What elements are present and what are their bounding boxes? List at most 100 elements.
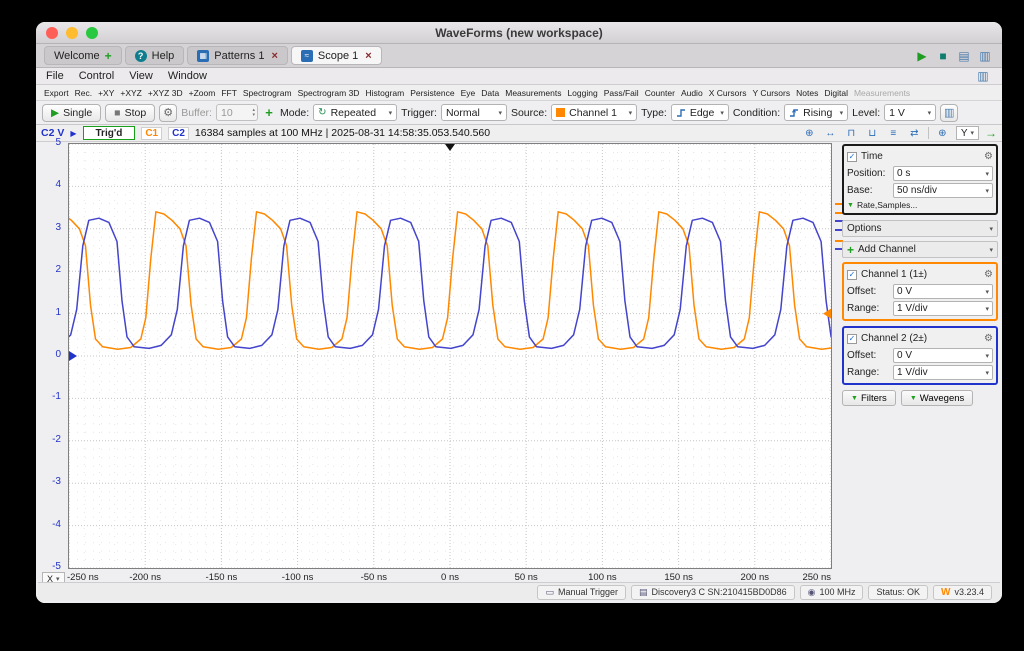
menu-file[interactable]: File (46, 70, 64, 82)
trigger-position-marker[interactable] (445, 144, 455, 151)
view-toolbar-item[interactable]: Export (44, 88, 69, 98)
source-select[interactable]: Channel 1 ▾ (551, 104, 638, 121)
position-select[interactable]: 0 s ▾ (893, 166, 993, 181)
options-select[interactable]: Options ▾ (842, 220, 998, 237)
type-select[interactable]: Edge ▾ (670, 104, 729, 121)
waveform-canvas[interactable] (69, 144, 831, 568)
tab-scope-1[interactable]: ≈ Scope 1 × (290, 46, 382, 65)
view-toolbar-item[interactable]: Notes (796, 88, 818, 98)
add-mode-icon-button[interactable]: + (262, 105, 276, 120)
add-instrument-icon[interactable]: + (105, 49, 112, 63)
manual-trigger-label: Manual Trigger (557, 587, 619, 597)
menu-window[interactable]: Window (168, 70, 207, 82)
level-select[interactable]: 1 V ▾ (884, 104, 937, 121)
view-toolbar-item[interactable]: Spectrogram (243, 88, 292, 98)
channel1-gear-icon[interactable]: ⚙ (984, 269, 993, 280)
view-toolbar-item[interactable]: Rec. (75, 88, 92, 98)
y-tick-label: 5 (55, 137, 61, 148)
time-gear-icon[interactable]: ⚙ (984, 151, 993, 162)
close-tab-icon[interactable]: × (271, 50, 277, 62)
cursor-lines-icon[interactable]: ≡ (886, 126, 901, 141)
view-toolbar-item[interactable]: X Cursors (709, 88, 747, 98)
tab-welcome[interactable]: Welcome + (44, 46, 122, 65)
run-all-icon[interactable]: ▶ (913, 48, 931, 64)
channel1-checkbox[interactable]: ✓ (847, 269, 857, 280)
tab-patterns-1[interactable]: ▦ Patterns 1 × (187, 46, 288, 65)
channel2-range-label: Range: (847, 367, 880, 378)
add-channel-select[interactable]: + Add Channel ▾ (842, 241, 998, 258)
maximize-window-button[interactable] (86, 26, 98, 39)
view-toolbar-item[interactable]: Data (481, 88, 499, 98)
view-toolbar-item[interactable]: Digital (824, 88, 848, 98)
menu-view[interactable]: View (129, 70, 153, 82)
view-toolbar-item[interactable]: Measurements (505, 88, 561, 98)
buffer-spinner[interactable]: 10 ▴ ▾ (215, 104, 258, 121)
channel1-range-select[interactable]: 1 V/div ▾ (893, 301, 993, 316)
view-toolbar-item[interactable]: Pass/Fail (604, 88, 639, 98)
view-toolbar-item[interactable]: +XYZ 3D (148, 88, 183, 98)
collapse-panel-icon[interactable]: → (985, 126, 997, 140)
chevron-down-icon: ▾ (985, 170, 989, 178)
view-toolbar-item[interactable]: Y Cursors (752, 88, 790, 98)
y-axis-selector[interactable]: Y ▾ (955, 126, 979, 140)
single-button[interactable]: ▶ Single (42, 103, 102, 122)
close-window-button[interactable] (46, 26, 58, 39)
mode-select[interactable]: ↻ Repeated ▾ (313, 104, 398, 121)
channel2-offset-marker[interactable] (69, 351, 77, 361)
tab-help[interactable]: ? Help (124, 46, 185, 65)
device-selector[interactable]: ▤ Discovery3 C SN:210415BD0D86 (631, 584, 795, 600)
scan-options-gear-button[interactable]: ⚙ (159, 103, 178, 122)
view-toolbar-item[interactable]: Spectrogram 3D (298, 88, 360, 98)
view-toolbar-item[interactable]: Persistence (410, 88, 454, 98)
channel2-offset-select[interactable]: 0 V ▾ (893, 348, 993, 363)
view-toolbar-item[interactable]: Eye (461, 88, 476, 98)
view-toolbar-item[interactable]: +Zoom (189, 88, 216, 98)
rate-samples-link[interactable]: ▼ Rate,Samples... (847, 199, 993, 211)
scope-plot[interactable] (68, 143, 832, 569)
fit-top-icon[interactable]: ⊓ (844, 126, 859, 141)
buffer-stepper[interactable]: ▴ ▾ (252, 108, 257, 117)
condition-select[interactable]: Rising ▾ (784, 104, 849, 121)
frequency-indicator[interactable]: ◉ 100 MHz (799, 584, 864, 600)
view-toolbar-item[interactable]: Histogram (365, 88, 404, 98)
scope-icon: ≈ (300, 49, 313, 62)
wavegens-button[interactable]: ▼ Wavegens (900, 390, 974, 406)
view-toolbar-item[interactable]: +XYZ (120, 88, 142, 98)
trigger-more-button[interactable]: ▥ (940, 103, 959, 122)
stop-button[interactable]: ■ Stop (105, 103, 156, 122)
version-label: v3.23.4 (954, 587, 984, 597)
time-checkbox[interactable]: ✓ (847, 151, 857, 162)
view-toolbar-item[interactable]: Counter (645, 88, 675, 98)
float-window-icon[interactable]: ▥ (974, 68, 992, 84)
manual-trigger-button[interactable]: ▭ Manual Trigger (537, 584, 627, 600)
menu-control[interactable]: Control (79, 70, 114, 82)
fit-horizontal-icon[interactable]: ↔ (823, 126, 838, 141)
channel2-checkbox[interactable]: ✓ (847, 333, 857, 344)
y-tick-label: -3 (52, 476, 61, 488)
channel1-offset-select[interactable]: 0 V ▾ (893, 284, 993, 299)
minimize-window-button[interactable] (66, 26, 78, 39)
channel2-gear-icon[interactable]: ⚙ (984, 333, 993, 344)
channel2-range-select[interactable]: 1 V/div ▾ (893, 365, 993, 380)
stop-all-icon[interactable]: ■ (934, 48, 952, 64)
channel1-badge[interactable]: C1 (141, 126, 163, 140)
view-toolbar-item[interactable]: +XY (98, 88, 114, 98)
fit-bottom-icon[interactable]: ⊔ (865, 126, 880, 141)
channel2-panel-title: Channel 2 (2±) (861, 333, 928, 344)
magnifier-icon[interactable]: ⊕ (935, 126, 950, 141)
view-toolbar-item[interactable]: Audio (681, 88, 703, 98)
trigger-select[interactable]: Normal ▾ (440, 104, 507, 121)
view-toolbar-item[interactable]: FFT (221, 88, 237, 98)
chevron-down-icon: ▾ (985, 352, 989, 360)
view-toolbar-item[interactable]: Logging (567, 88, 597, 98)
base-select[interactable]: 50 ns/div ▾ (893, 183, 993, 198)
window-stack-icon[interactable]: ▥ (976, 48, 994, 64)
workspace-layout-icon[interactable]: ▤ (955, 48, 973, 64)
zoom-fit-icon[interactable]: ⊕ (802, 126, 817, 141)
swap-axes-icon[interactable]: ⇄ (907, 126, 922, 141)
close-tab-icon[interactable]: × (365, 50, 371, 62)
channel2-badge[interactable]: C2 (168, 126, 189, 140)
filters-button[interactable]: ▼ Filters (842, 390, 896, 406)
spin-down-icon[interactable]: ▾ (252, 112, 255, 118)
y-tick-label: 3 (55, 221, 61, 233)
